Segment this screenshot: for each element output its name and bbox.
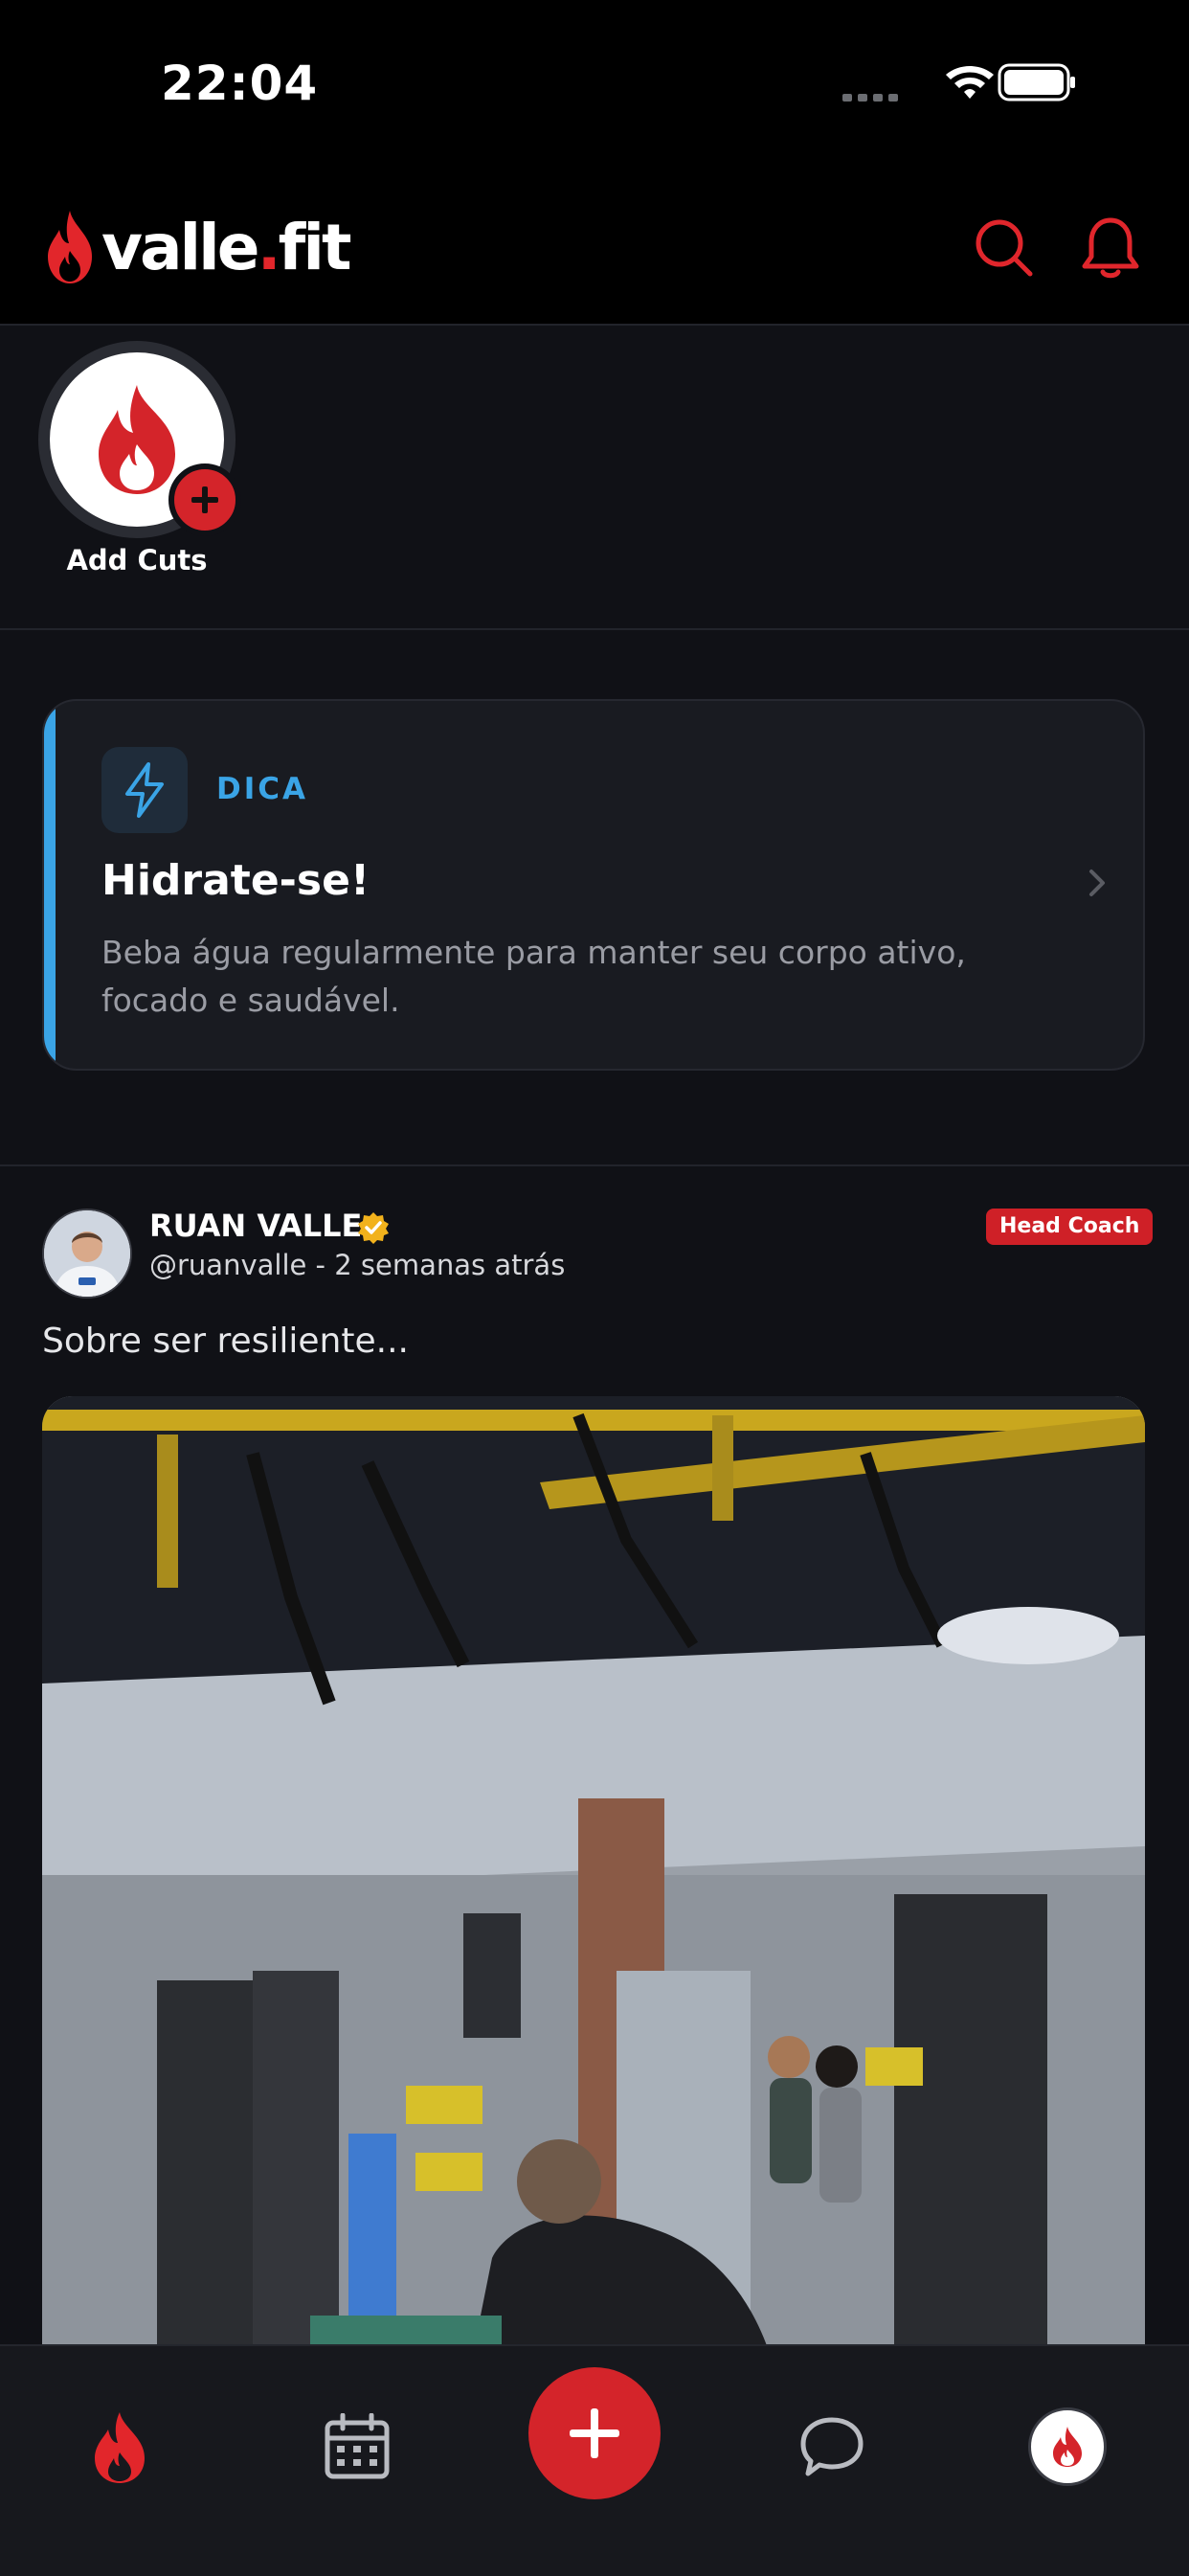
add-cuts-label: Add Cuts xyxy=(66,544,208,576)
wifi-icon xyxy=(946,66,994,99)
battery-icon xyxy=(998,63,1075,102)
search-button[interactable] xyxy=(965,209,1042,285)
tab-home[interactable] xyxy=(67,2394,172,2499)
profile-flame-icon xyxy=(1053,2427,1082,2467)
tip-body: Beba água regularmente para manter seu c… xyxy=(101,934,966,1019)
flame-logo-icon xyxy=(48,211,92,283)
chat-bubble-icon xyxy=(800,2417,864,2476)
post-text: Sobre ser resiliente... xyxy=(42,1322,409,1361)
signal-dots-icon xyxy=(842,94,898,102)
plus-icon xyxy=(191,486,218,513)
bell-icon xyxy=(1082,217,1139,279)
flame-icon xyxy=(95,2412,145,2483)
flame-icon xyxy=(99,385,175,494)
tip-icon-box xyxy=(101,747,188,833)
tab-messages[interactable] xyxy=(779,2394,885,2499)
tip-title: Hidrate-se! xyxy=(101,856,370,905)
post-video[interactable] xyxy=(42,1396,1145,2354)
tip-card[interactable]: DICA Hidrate-se! Beba água regularmente … xyxy=(42,699,1145,1071)
tip-accent-bar xyxy=(44,701,56,1069)
author-name[interactable]: RUAN VALLE xyxy=(149,1208,362,1244)
head-coach-badge: Head Coach xyxy=(986,1209,1154,1245)
avatar-image xyxy=(44,1210,130,1297)
plus-icon xyxy=(570,2408,619,2458)
status-time: 22:04 xyxy=(161,56,319,111)
profile-avatar xyxy=(1028,2407,1107,2486)
gym-video-frame xyxy=(42,1396,1145,2354)
valle-fit-logo[interactable]: valle.fit xyxy=(42,204,352,290)
author-avatar[interactable] xyxy=(42,1209,132,1299)
notifications-button[interactable] xyxy=(1072,209,1149,285)
calendar-icon xyxy=(325,2413,390,2479)
tab-calendar[interactable] xyxy=(304,2394,410,2499)
tab-profile[interactable] xyxy=(1015,2394,1120,2499)
divider xyxy=(0,1164,1189,1166)
verified-badge-icon xyxy=(358,1212,389,1244)
logo-wordmark: valle.fit xyxy=(101,210,352,284)
lightning-icon xyxy=(125,762,164,818)
status-icons xyxy=(842,63,1075,102)
create-post-button[interactable] xyxy=(528,2367,661,2499)
author-handle-time: @ruanvalle - 2 semanas atrás xyxy=(149,1249,566,1281)
search-icon xyxy=(976,219,1033,277)
tip-tag: DICA xyxy=(216,772,309,806)
chevron-right-icon xyxy=(1089,870,1105,896)
add-plus-badge[interactable] xyxy=(168,463,241,536)
